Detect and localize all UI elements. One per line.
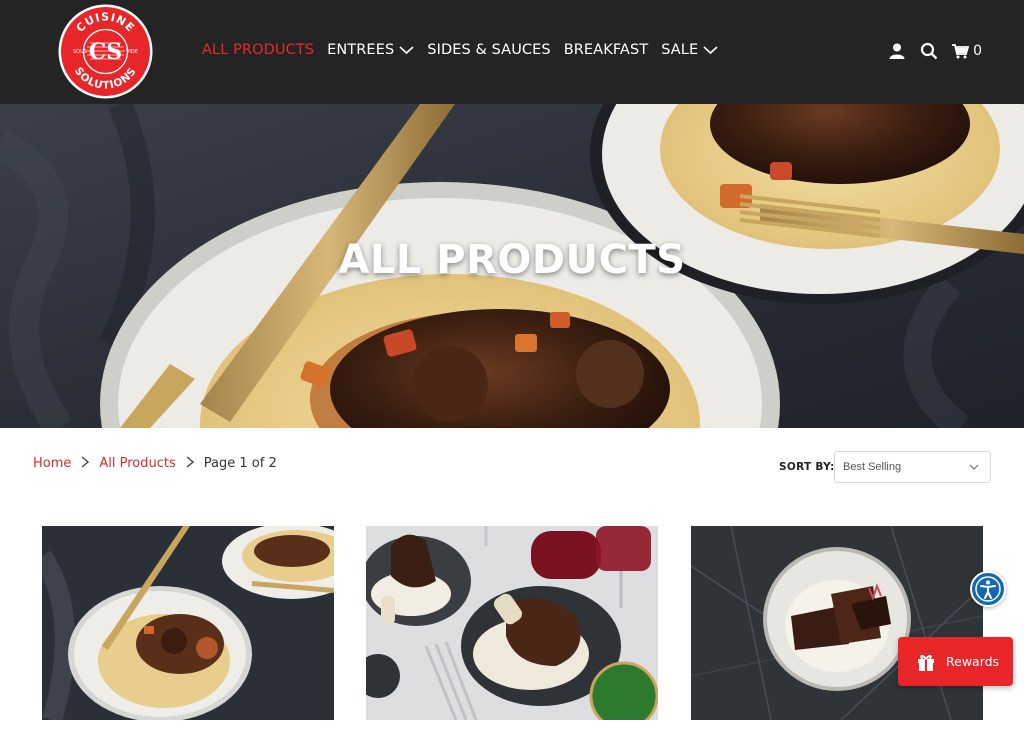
breadcrumb-current-page: Page 1 of 2: [203, 455, 277, 471]
nav-all-products-label: ALL PRODUCTS: [202, 42, 315, 58]
page-title: ALL PRODUCTS: [338, 237, 686, 283]
nav-entrees[interactable]: ENTREES: [327, 42, 414, 58]
site-header: CS CUISINE SOLUTIONS SOUS VIDE ALL PRODU…: [0, 0, 1024, 104]
gift-icon: [918, 654, 934, 671]
rewards-button[interactable]: Rewards: [898, 637, 1013, 686]
accessibility-icon: [975, 576, 1001, 602]
chevron-down-icon: [399, 46, 414, 55]
breadcrumb-home[interactable]: Home: [33, 456, 71, 471]
nav-sides-sauces[interactable]: SIDES & SAUCES: [427, 42, 550, 58]
nav-breakfast-label: BREAKFAST: [563, 42, 649, 58]
product-image: [366, 526, 658, 720]
product-card-3[interactable]: [691, 526, 983, 720]
nav-entrees-label: ENTREES: [327, 42, 395, 58]
nav-breakfast[interactable]: BREAKFAST: [564, 42, 649, 58]
hero-banner: ALL PRODUCTS: [0, 104, 1024, 428]
breadcrumb-all-products[interactable]: All Products: [99, 456, 175, 471]
cart-count: 0: [973, 43, 982, 59]
cuisine-solutions-logo[interactable]: CS CUISINE SOLUTIONS SOUS VIDE: [57, 3, 154, 100]
rewards-label: Rewards: [946, 654, 1000, 669]
main-nav: ALL PRODUCTS ENTREES SIDES & SAUCES BREA…: [202, 42, 718, 58]
sort-select[interactable]: Best Selling: [834, 451, 991, 483]
header-icons: 0: [888, 42, 982, 60]
product-image: [42, 526, 334, 720]
nav-sale-label: SALE: [661, 42, 699, 58]
product-card-2[interactable]: [366, 526, 658, 720]
nav-all-products[interactable]: ALL PRODUCTS: [202, 42, 314, 58]
sort-label: SORT BY:: [779, 461, 835, 473]
user-icon[interactable]: [888, 42, 906, 60]
svg-text:VIDE: VIDE: [126, 49, 138, 55]
product-image: [691, 526, 983, 720]
sort-selected-value: Best Selling: [843, 461, 902, 473]
logo-monogram: CS: [89, 39, 122, 65]
product-card-1[interactable]: [42, 526, 334, 720]
svg-text:SOUS: SOUS: [73, 49, 87, 55]
breadcrumb: Home All Products Page 1 of 2: [33, 454, 277, 472]
search-icon[interactable]: [920, 42, 938, 60]
chevron-right-icon: [81, 454, 90, 472]
nav-sides-sauces-label: SIDES & SAUCES: [427, 42, 551, 58]
chevron-down-icon: [969, 464, 979, 470]
chevron-down-icon: [703, 46, 718, 55]
chevron-right-icon: [186, 454, 194, 472]
cart-button[interactable]: 0: [952, 43, 982, 59]
accessibility-button[interactable]: [970, 571, 1006, 607]
nav-sale[interactable]: SALE: [661, 42, 718, 58]
cart-icon: [952, 43, 970, 58]
